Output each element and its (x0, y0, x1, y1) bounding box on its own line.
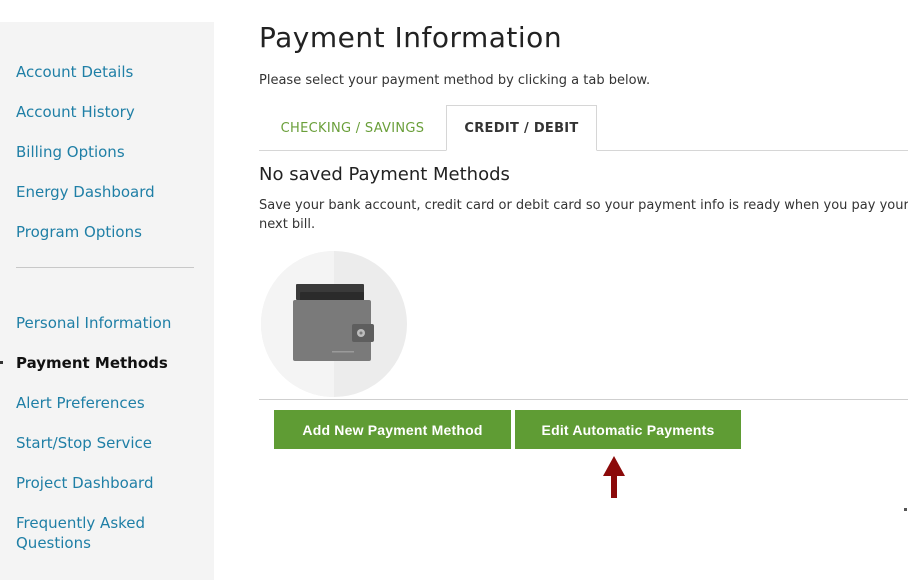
active-indicator (0, 361, 3, 364)
add-payment-method-button[interactable]: Add New Payment Method (274, 410, 511, 449)
sidebar-item-account-details[interactable]: Account Details (16, 62, 133, 82)
sidebar-divider (16, 267, 194, 268)
page: Account Details Account History Billing … (0, 0, 908, 580)
sidebar-item-project-dashboard[interactable]: Project Dashboard (16, 473, 153, 493)
sidebar-item-payment-methods[interactable]: Payment Methods (16, 353, 168, 373)
empty-state-description: Save your bank account, credit card or d… (259, 198, 908, 232)
page-title: Payment Information (259, 21, 563, 54)
sidebar-item-personal-information[interactable]: Personal Information (16, 313, 171, 333)
sidebar-item-billing-options[interactable]: Billing Options (16, 142, 125, 162)
sidebar-item-program-options[interactable]: Program Options (16, 222, 142, 242)
tab-checking-savings[interactable]: CHECKING / SAVINGS (259, 105, 446, 151)
decorative-mark (904, 508, 907, 511)
instruction-text: Please select your payment method by cli… (259, 73, 651, 88)
sidebar-item-account-history[interactable]: Account History (16, 102, 135, 122)
edit-automatic-payments-button[interactable]: Edit Automatic Payments (515, 410, 741, 449)
sidebar-item-faq[interactable]: Frequently Asked Questions (16, 513, 166, 553)
sidebar: Account Details Account History Billing … (0, 22, 214, 580)
wallet-icon (260, 250, 408, 398)
tab-credit-debit[interactable]: CREDIT / DEBIT (446, 105, 597, 151)
empty-state-heading: No saved Payment Methods (259, 164, 510, 185)
sidebar-item-start-stop-service[interactable]: Start/Stop Service (16, 433, 152, 453)
sidebar-item-alert-preferences[interactable]: Alert Preferences (16, 393, 145, 413)
sidebar-item-energy-dashboard[interactable]: Energy Dashboard (16, 182, 155, 202)
content-divider (259, 399, 908, 400)
arrow-up-icon (602, 456, 626, 500)
